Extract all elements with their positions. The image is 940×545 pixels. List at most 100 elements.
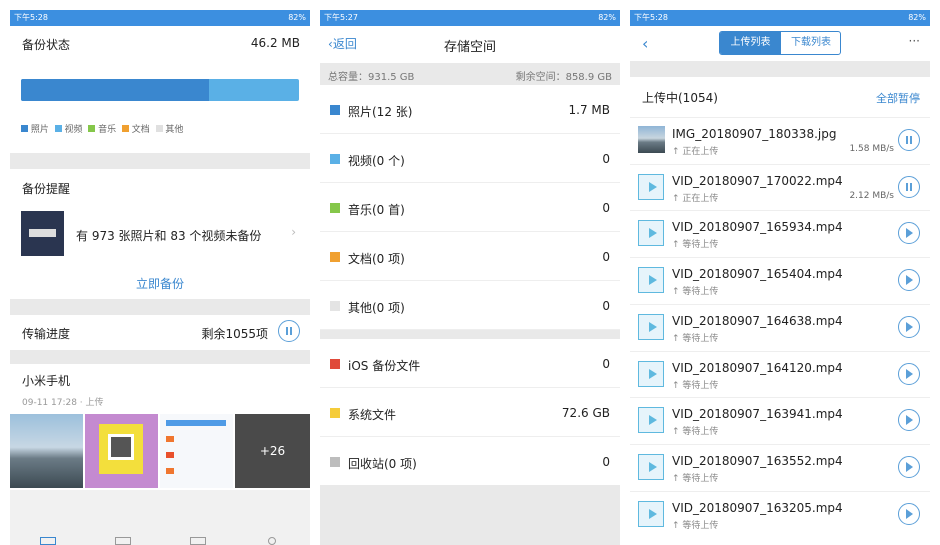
legend-swatch-other <box>155 125 163 132</box>
color-swatch <box>330 153 340 164</box>
upload-arrow-icon: ↑ <box>672 147 683 157</box>
backup-screen: 下午5:28 82% 备份状态 46.2 MB 照片 视频 音乐 文档 其他 备份… <box>10 10 310 545</box>
backup-now-button[interactable]: 立即备份 <box>10 275 310 292</box>
play-icon[interactable] <box>898 315 920 338</box>
storage-value: 1.7 MB <box>568 102 610 117</box>
video-file-icon <box>638 360 664 387</box>
upload-item[interactable]: IMG_20180907_180338.jpg ↑ 正在上传 1.58 MB/s <box>630 117 930 163</box>
color-swatch <box>330 251 340 262</box>
empty-area <box>320 485 620 545</box>
storage-label: 回收站(0 项) <box>348 456 417 471</box>
file-status: ↑ 等待上传 <box>672 284 718 297</box>
file-status: ↑ 等待上传 <box>672 424 718 437</box>
upload-item[interactable]: VID_20180907_165934.mp4 ↑ 等待上传 <box>630 210 930 256</box>
tab-download[interactable]: 下载列表 <box>781 32 840 54</box>
file-status: ↑ 正在上传 <box>672 144 718 157</box>
nav-photo-icon[interactable] <box>115 537 131 545</box>
file-status-text: 正在上传 <box>682 193 719 204</box>
video-file-icon <box>638 220 664 247</box>
storage-row[interactable]: 回收站(0 项) 0 <box>320 437 620 486</box>
storage-row[interactable]: 其他(0 项) 0 <box>320 281 620 330</box>
list-tabs: 上传列表 下载列表 <box>719 31 841 55</box>
video-file-icon <box>638 173 664 200</box>
usage-bar-photo <box>21 79 209 101</box>
upload-item[interactable]: VID_20180907_163205.mp4 ↑ 等待上传 <box>630 490 930 537</box>
storage-row[interactable]: 照片(12 张) 1.7 MB <box>320 85 620 134</box>
tab-upload[interactable]: 上传列表 <box>720 32 781 54</box>
reminder-thumbnail <box>21 211 64 256</box>
backup-reminder-label: 备份提醒 <box>22 182 71 196</box>
upload-item[interactable]: VID_20180907_164120.mp4 ↑ 等待上传 <box>630 350 930 397</box>
storage-row[interactable]: iOS 备份文件 0 <box>320 339 620 388</box>
upload-item[interactable]: VID_20180907_165404.mp4 ↑ 等待上传 <box>630 257 930 303</box>
status-bar: 下午5:28 82% <box>630 10 930 26</box>
capacity-bar: 总容量：931.5 GB 剩余空间：858.9 GB <box>320 63 620 85</box>
pause-icon[interactable] <box>898 129 920 151</box>
storage-row[interactable]: 系统文件 72.6 GB <box>320 388 620 437</box>
qr-card <box>99 424 143 474</box>
upload-item[interactable]: VID_20180907_170022.mp4 ↑ 正在上传 2.12 MB/s <box>630 163 930 210</box>
file-status: ↑ 等待上传 <box>672 237 718 250</box>
screenshot-header <box>166 420 226 426</box>
upload-item[interactable]: VID_20180907_163552.mp4 ↑ 等待上传 <box>630 443 930 490</box>
play-icon[interactable] <box>898 362 920 385</box>
more-thumbnail[interactable]: +26 <box>235 414 310 488</box>
legend-photo: 照片 <box>30 125 49 135</box>
play-icon[interactable] <box>898 222 920 245</box>
nav-home-icon[interactable] <box>40 537 56 545</box>
play-icon[interactable] <box>898 409 920 432</box>
upload-item[interactable]: VID_20180907_164638.mp4 ↑ 等待上传 <box>630 303 930 350</box>
image-thumbnail <box>638 126 665 153</box>
storage-label: 系统文件 <box>348 407 397 422</box>
screenshot-row-icon <box>166 436 174 442</box>
status-battery: 82% <box>908 13 926 22</box>
upload-item[interactable]: VID_20180907_163941.mp4 ↑ 等待上传 <box>630 397 930 443</box>
file-status-text: 等待上传 <box>682 520 719 531</box>
back-icon[interactable]: ‹ <box>642 34 648 53</box>
storage-row[interactable]: 文档(0 项) 0 <box>320 232 620 281</box>
pause-icon[interactable] <box>898 175 920 198</box>
divider <box>10 153 310 169</box>
divider <box>320 330 620 339</box>
status-time: 下午5:27 <box>324 13 358 22</box>
file-name: VID_20180907_164638.mp4 <box>672 313 843 328</box>
file-status: ↑ 等待上传 <box>672 378 718 391</box>
nav-file-icon[interactable] <box>190 537 206 545</box>
upload-arrow-icon: ↑ <box>672 333 683 344</box>
photo-thumbnail[interactable] <box>160 414 233 488</box>
legend-swatch-doc <box>121 125 129 132</box>
color-swatch <box>330 456 340 467</box>
screenshot-row-icon <box>166 452 174 458</box>
file-name: VID_20180907_163941.mp4 <box>672 407 843 422</box>
chevron-right-icon[interactable]: › <box>291 225 296 239</box>
file-name: VID_20180907_165934.mp4 <box>672 220 843 235</box>
play-icon[interactable] <box>898 269 920 292</box>
file-status-text: 等待上传 <box>682 473 719 484</box>
page-title: 存储空间 <box>443 40 496 55</box>
storage-value: 72.6 GB <box>561 405 610 420</box>
color-swatch <box>330 407 340 418</box>
photo-thumbnail[interactable] <box>85 414 158 488</box>
free-space: 剩余空间：858.9 GB <box>515 72 612 83</box>
play-icon[interactable] <box>898 502 920 525</box>
storage-row[interactable]: 视频(0 个) 0 <box>320 134 620 183</box>
uploading-label: 上传中(1054) <box>642 91 718 105</box>
pause-icon[interactable] <box>278 320 300 342</box>
storage-value: 0 <box>602 151 610 166</box>
file-status: ↑ 等待上传 <box>672 471 718 484</box>
storage-label: 其他(0 项) <box>348 300 405 315</box>
file-name: VID_20180907_165404.mp4 <box>672 267 843 282</box>
pause-all-button[interactable]: 全部暂停 <box>876 90 920 106</box>
video-file-icon <box>638 407 664 434</box>
qr-code <box>108 434 134 460</box>
more-icon[interactable]: ··· <box>909 34 920 48</box>
reminder-text[interactable]: 有 973 张照片和 83 个视频未备份 <box>76 227 261 244</box>
storage-label: 视频(0 个) <box>348 153 405 168</box>
storage-row[interactable]: 音乐(0 首) 0 <box>320 183 620 232</box>
play-icon[interactable] <box>898 455 920 478</box>
nav-profile-icon[interactable] <box>268 537 276 545</box>
file-name: VID_20180907_170022.mp4 <box>672 173 843 188</box>
photo-thumbnail[interactable] <box>10 414 83 488</box>
legend-other: 其他 <box>165 125 184 135</box>
file-status: ↑ 等待上传 <box>672 331 718 344</box>
